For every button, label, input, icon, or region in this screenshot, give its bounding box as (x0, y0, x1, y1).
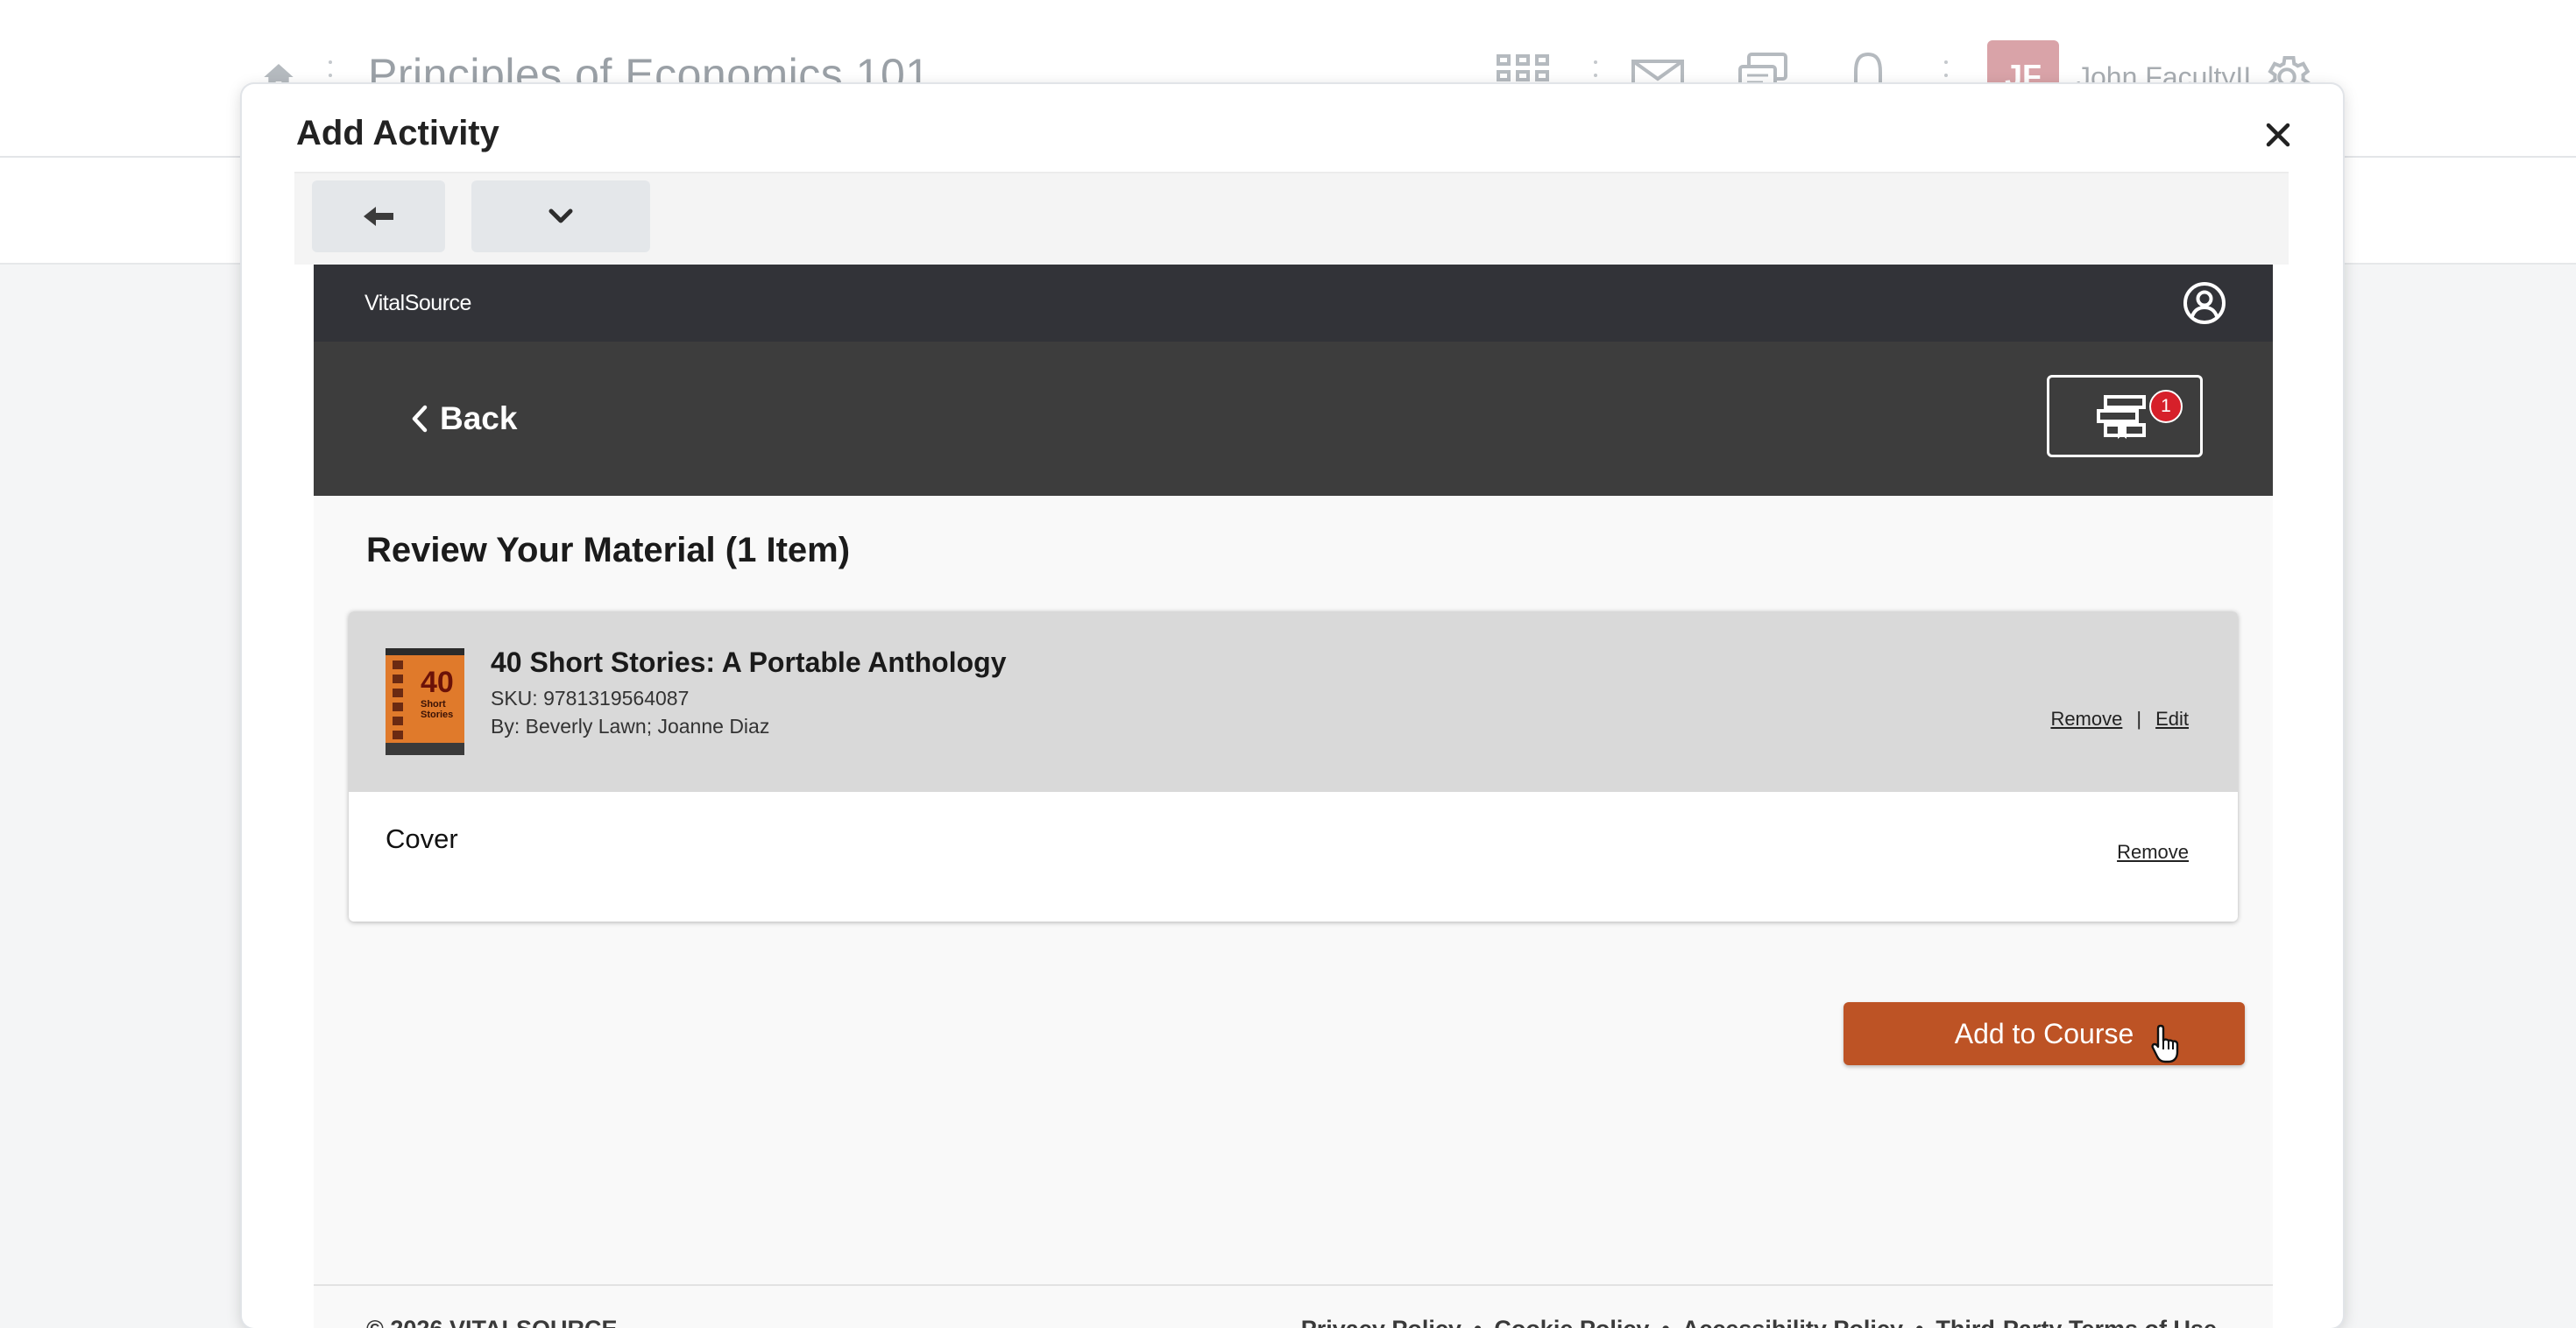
vitalsource-topbar: VitalSource (314, 265, 2273, 342)
close-button[interactable] (2259, 116, 2297, 154)
accessibility-policy-link[interactable]: Accessibility Policy (1682, 1316, 1903, 1328)
cart-count-badge: 1 (2149, 390, 2183, 423)
close-icon (2266, 123, 2290, 147)
add-to-course-button[interactable]: Add to Course (1844, 1002, 2245, 1065)
vitalsource-navbar: Back 1 (314, 342, 2273, 496)
footer-links: Privacy Policy • Cookie Policy • Accessi… (1301, 1316, 2217, 1328)
copyright-text: © 2026 VITALSOURCE (366, 1316, 617, 1328)
add-activity-modal: Add Activity VitalSource Back 1 Review Y… (242, 84, 2343, 1328)
privacy-policy-link[interactable]: Privacy Policy (1301, 1316, 1461, 1328)
back-label: Back (440, 400, 518, 436)
book-sku: SKU: 9781319564087 (491, 687, 690, 710)
chevron-down-icon (548, 208, 573, 223)
material-item-header: 40 Short Stories 40 Short Stories: A Por… (349, 611, 2238, 792)
footer-divider (314, 1284, 2273, 1286)
book-authors: By: Beverly Lawn; Joanne Diaz (491, 715, 770, 738)
account-icon[interactable] (2182, 280, 2227, 326)
arrow-left-icon (364, 207, 393, 226)
edit-item-link[interactable]: Edit (2155, 708, 2189, 731)
material-item-card: 40 Short Stories 40 Short Stories: A Por… (349, 611, 2238, 922)
modal-title: Add Activity (296, 114, 499, 152)
actions-separator: | (2136, 708, 2142, 730)
vitalsource-frame: VitalSource Back 1 Review Your Material … (314, 265, 2273, 1328)
remove-chapter-label: Remove (2117, 841, 2189, 863)
cookie-policy-link[interactable]: Cookie Policy (1494, 1316, 1649, 1328)
back-nav-button[interactable] (312, 180, 445, 252)
modal-toolbar (294, 172, 2289, 265)
remove-chapter-link[interactable]: Remove (2117, 841, 2189, 864)
review-heading: Review Your Material (1 Item) (366, 531, 851, 569)
footer-bullet: • (1661, 1316, 1669, 1328)
book-cover-image: 40 Short Stories (386, 648, 464, 755)
remove-item-link[interactable]: Remove (2050, 708, 2122, 731)
item-actions: Remove | Edit (2050, 708, 2189, 731)
footer-bullet: • (1915, 1316, 1923, 1328)
materials-cart-button[interactable]: 1 (2047, 375, 2203, 457)
back-link[interactable]: Back (410, 394, 517, 443)
book-title: 40 Short Stories: A Portable Anthology (491, 646, 1007, 678)
third-party-terms-link[interactable]: Third-Party Terms of Use (1936, 1316, 2217, 1328)
footer-bullet: • (1474, 1316, 1482, 1328)
chapter-label: Cover (386, 823, 458, 854)
books-stack-icon (2097, 395, 2146, 439)
vitalsource-logo: VitalSource (364, 291, 471, 315)
chevron-left-icon (412, 405, 428, 433)
options-dropdown-button[interactable] (471, 180, 650, 252)
